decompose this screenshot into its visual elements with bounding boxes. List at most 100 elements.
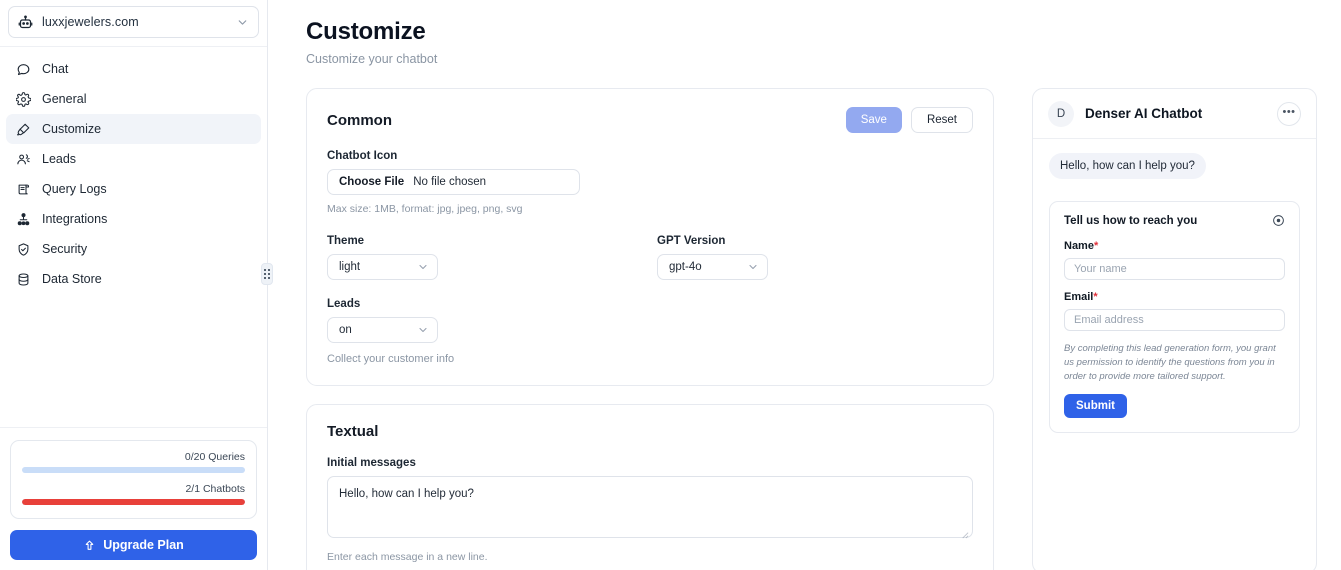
- shield-check-icon: [18, 242, 29, 256]
- avatar: D: [1048, 100, 1074, 127]
- common-left-fields: Theme light Leads on Collect your custom…: [327, 235, 657, 365]
- upgrade-plan-label: Upgrade Plan: [103, 538, 184, 552]
- sidebar-item-label: Security: [42, 242, 88, 256]
- theme-select-value: light: [339, 261, 361, 273]
- usage-chatbots-bar: [22, 499, 245, 505]
- save-button[interactable]: Save: [845, 107, 902, 133]
- sidebar-header: luxxjewelers.com: [0, 0, 267, 47]
- lead-name-input[interactable]: [1064, 258, 1285, 280]
- chatbot-icon-hint: Max size: 1MB, format: jpg, jpeg, png, s…: [327, 203, 523, 215]
- common-card-actions: Save Reset: [845, 107, 973, 133]
- leads-select[interactable]: on: [327, 317, 438, 343]
- main-content: Customize Customize your chatbot Common …: [268, 0, 1341, 570]
- usage-chatbots-label: 2/1 Chatbots: [185, 483, 245, 495]
- app-root: luxxjewelers.com Chat General Customize …: [0, 0, 1341, 570]
- close-circle-icon[interactable]: [1272, 214, 1285, 227]
- sidebar-item-query-logs[interactable]: Query Logs: [6, 174, 261, 204]
- chevron-down-icon: [419, 264, 427, 270]
- chevron-down-icon: [749, 264, 757, 270]
- sidebar-footer: 0/20 Queries 2/1 Chatbots Upgrade Plan: [0, 427, 267, 570]
- leads-hint: Collect your customer info: [327, 353, 455, 365]
- gear-icon: [16, 91, 31, 107]
- upgrade-arrow-icon: [85, 540, 94, 550]
- initial-messages-textarea[interactable]: [327, 476, 973, 538]
- site-selector[interactable]: luxxjewelers.com: [8, 6, 259, 38]
- content-columns: Common Save Reset Chatbot Icon Choose Fi…: [306, 88, 1341, 570]
- lead-form-submit-button[interactable]: Submit: [1064, 394, 1127, 419]
- lead-form-header: Tell us how to reach you: [1064, 214, 1285, 227]
- initial-messages-label: Initial messages: [327, 457, 416, 469]
- sidebar-item-label: Integrations: [42, 212, 108, 226]
- leads-label: Leads: [327, 298, 361, 310]
- chatbot-icon-label: Chatbot Icon: [327, 150, 398, 162]
- sidebar-item-leads[interactable]: Leads: [6, 144, 261, 174]
- chevron-down-icon: [238, 19, 247, 25]
- common-card: Common Save Reset Chatbot Icon Choose Fi…: [306, 88, 994, 386]
- lead-name-required-marker: *: [1093, 240, 1099, 252]
- ellipsis-icon: •••: [1282, 105, 1296, 118]
- lead-form-title: Tell us how to reach you: [1064, 214, 1198, 227]
- gpt-version-label: GPT Version: [657, 235, 726, 247]
- chatbot-preview: D Denser AI Chatbot ••• Hello, how can I…: [1032, 88, 1317, 570]
- sidebar-item-chat[interactable]: Chat: [6, 54, 261, 84]
- upgrade-plan-button[interactable]: Upgrade Plan: [10, 530, 257, 560]
- usage-queries-bar: [22, 467, 245, 473]
- theme-label: Theme: [327, 235, 365, 247]
- common-card-header: Common Save Reset: [327, 107, 973, 133]
- gpt-version-select[interactable]: gpt-4o: [657, 254, 768, 280]
- network-icon: [17, 212, 30, 225]
- gpt-version-select-value: gpt-4o: [669, 261, 702, 273]
- usage-card: 0/20 Queries 2/1 Chatbots: [10, 440, 257, 519]
- reset-button[interactable]: Reset: [910, 107, 973, 133]
- chat-menu-button[interactable]: •••: [1277, 101, 1301, 126]
- site-selector-label: luxxjewelers.com: [42, 15, 139, 29]
- common-settings-grid: Theme light Leads on Collect your custom…: [327, 235, 973, 365]
- sidebar-item-integrations[interactable]: Integrations: [6, 204, 261, 234]
- sidebar-item-data-store[interactable]: Data Store: [6, 264, 261, 294]
- usage-row-queries: 0/20 Queries: [22, 451, 245, 473]
- usage-row-chatbots: 2/1 Chatbots: [22, 483, 245, 505]
- lead-name-label-text: Name: [1064, 240, 1094, 252]
- bot-icon: [18, 14, 33, 28]
- chatbot-icon-file-input[interactable]: Choose File No file chosen: [327, 169, 580, 195]
- lead-form-disclaimer: By completing this lead generation form,…: [1064, 343, 1276, 382]
- theme-select[interactable]: light: [327, 254, 438, 280]
- initial-messages-hint: Enter each message in a new line.: [327, 551, 488, 563]
- leads-select-value: on: [339, 324, 352, 336]
- scroll-icon: [18, 184, 30, 194]
- sidebar-resize-handle[interactable]: [261, 263, 273, 285]
- lead-generation-form: Tell us how to reach you Name* Email* By…: [1049, 201, 1300, 434]
- chevron-down-icon: [419, 327, 427, 333]
- lead-name-label: Name*: [1064, 240, 1285, 252]
- lead-email-input[interactable]: [1064, 309, 1285, 331]
- lead-email-label-text: Email: [1064, 291, 1094, 303]
- textual-card: Textual Initial messages Enter each mess…: [306, 404, 994, 570]
- sidebar-item-general[interactable]: General: [6, 84, 261, 114]
- sidebar-item-security[interactable]: Security: [6, 234, 261, 264]
- chat-preview-title: Denser AI Chatbot: [1085, 106, 1203, 121]
- sidebar-item-label: Leads: [42, 152, 77, 166]
- sidebar-item-label: Query Logs: [42, 182, 107, 196]
- leads-field: Leads on Collect your customer info: [327, 298, 657, 365]
- sidebar-item-customize[interactable]: Customize: [6, 114, 261, 144]
- chat-greeting-bubble: Hello, how can I help you?: [1049, 153, 1206, 179]
- lead-email-label: Email*: [1064, 291, 1285, 303]
- sidebar-item-label: Data Store: [42, 272, 102, 286]
- lead-email-required-marker: *: [1093, 291, 1098, 303]
- grip-dots-icon: [264, 269, 270, 279]
- page-subtitle: Customize your chatbot: [306, 52, 438, 66]
- initial-messages-wrapper: [327, 476, 973, 543]
- common-right-fields: GPT Version gpt-4o: [657, 235, 987, 365]
- usage-chatbots-fill: [22, 499, 245, 505]
- page-title: Customize: [306, 18, 426, 45]
- paint-brush-icon: [16, 123, 30, 135]
- chosen-file-status: No file chosen: [413, 176, 487, 188]
- chat-preview-column: D Denser AI Chatbot ••• Hello, how can I…: [1032, 88, 1317, 570]
- database-icon: [18, 272, 29, 286]
- textual-card-header: Textual: [327, 423, 973, 440]
- chat-preview-body: Hello, how can I help you? Tell us how t…: [1033, 139, 1316, 570]
- sidebar-item-label: Chat: [42, 62, 69, 76]
- sidebar-item-label: General: [42, 92, 87, 106]
- common-card-title: Common: [327, 111, 392, 129]
